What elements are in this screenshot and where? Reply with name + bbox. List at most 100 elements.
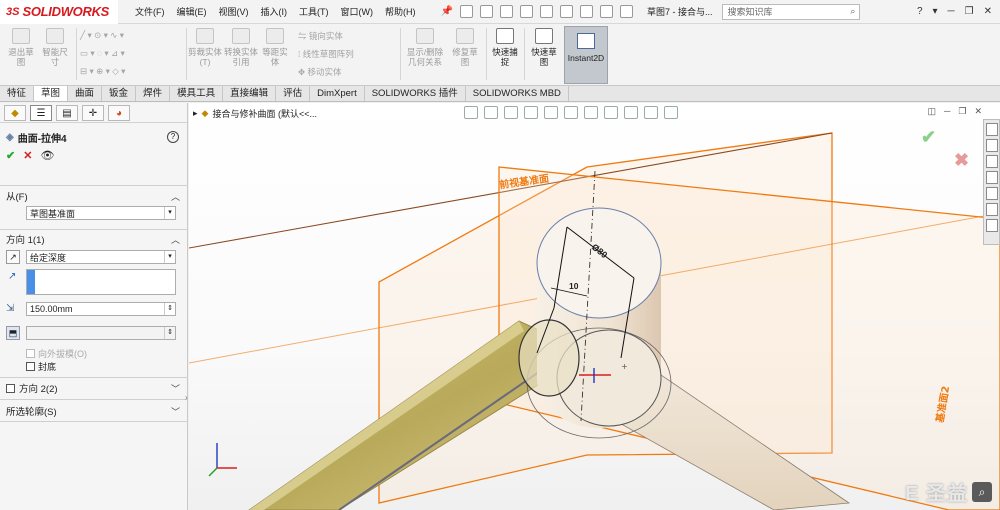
minimize-button[interactable]: ─ bbox=[948, 6, 955, 17]
graphics-area[interactable]: + 前视基准面 基准面2 Ø80 10 ▸ ◆ 接合与修补曲面 (默认<<...… bbox=[189, 103, 1000, 510]
options-gear-icon[interactable] bbox=[619, 5, 633, 18]
apply-scene-icon[interactable] bbox=[644, 106, 658, 119]
viewport-minimize-button[interactable]: ─ bbox=[944, 106, 950, 117]
select-icon[interactable] bbox=[559, 5, 573, 18]
help-icon[interactable]: ? bbox=[167, 131, 179, 143]
end-condition-select[interactable]: 给定深度 ▾ bbox=[26, 250, 176, 264]
configuration-manager-tab-icon[interactable]: ▤ bbox=[56, 105, 78, 121]
cap-end-checkbox[interactable]: 封底 bbox=[26, 360, 56, 373]
dimxpert-manager-tab-icon[interactable]: ✛ bbox=[82, 105, 104, 121]
menu-help[interactable]: 帮助(H) bbox=[380, 0, 421, 24]
new-document-icon[interactable] bbox=[459, 5, 473, 18]
print-icon[interactable] bbox=[519, 5, 533, 18]
viewport-restore-button[interactable]: ❐ bbox=[958, 106, 966, 117]
tab-surfaces[interactable]: 曲面 bbox=[68, 86, 103, 101]
selected-contours-section-header[interactable]: 所选轮廓(S) ﹀ bbox=[0, 403, 188, 419]
line-tool-icon[interactable]: ╱ ▾ ⊙ ▾ ∿ ▾ bbox=[80, 30, 124, 41]
search-input[interactable]: 搜索知识库 ⌕ bbox=[722, 3, 861, 20]
rebuild-icon[interactable] bbox=[579, 5, 593, 18]
quick-snaps-button[interactable]: 快速捕捉 bbox=[490, 28, 520, 67]
linear-pattern-button[interactable]: ⁞ 线性草图阵列 bbox=[298, 48, 354, 60]
design-library-icon[interactable] bbox=[985, 139, 998, 152]
reverse-direction-icon[interactable]: ↗ bbox=[6, 250, 20, 264]
appearances-icon[interactable] bbox=[985, 187, 998, 200]
direction-selection-box[interactable] bbox=[26, 269, 176, 295]
rectangle-tool-icon[interactable]: ▭ ▾ ◌ ▾ ⊿ ▾ bbox=[80, 48, 125, 59]
open-icon[interactable] bbox=[479, 5, 493, 18]
section-view-icon[interactable] bbox=[524, 106, 538, 119]
tab-features[interactable]: 特征 bbox=[0, 86, 35, 101]
view-orientation-icon[interactable] bbox=[564, 106, 578, 119]
forum-icon[interactable] bbox=[985, 219, 998, 232]
menu-tools[interactable]: 工具(T) bbox=[294, 0, 334, 24]
tab-addins[interactable]: SOLIDWORKS 插件 bbox=[365, 86, 466, 101]
tab-weldments[interactable]: 焊件 bbox=[136, 86, 171, 101]
search-icon[interactable]: ⌕ bbox=[850, 6, 855, 17]
property-manager-tab-icon[interactable]: ☰ bbox=[30, 105, 52, 121]
tab-mbd[interactable]: SOLIDWORKS MBD bbox=[466, 86, 569, 101]
custom-properties-icon[interactable] bbox=[985, 203, 998, 216]
repair-sketch-button[interactable]: 修复草图 bbox=[450, 28, 480, 67]
viewport-expand-icon[interactable]: ◫ bbox=[927, 106, 936, 117]
direction2-checkbox[interactable] bbox=[6, 383, 15, 393]
slot-tool-icon[interactable]: ⊟ ▾ ⊕ ▾ ◇ ▾ bbox=[80, 66, 125, 77]
help-dropdown-icon[interactable]: ▾ bbox=[933, 6, 938, 17]
tab-sheet-metal[interactable]: 钣金 bbox=[102, 86, 137, 101]
tab-dimxpert[interactable]: DimXpert bbox=[310, 86, 365, 101]
menu-view[interactable]: 视图(V) bbox=[214, 0, 254, 24]
exit-sketch-button[interactable]: 退出草图 bbox=[6, 28, 36, 67]
spin-stepper[interactable]: ⇕ bbox=[164, 303, 175, 315]
solidworks-logo[interactable]: 3S SOLIDWORKS bbox=[0, 0, 118, 24]
file-properties-icon[interactable] bbox=[599, 5, 613, 18]
menu-edit[interactable]: 编辑(E) bbox=[172, 0, 212, 24]
rapid-sketch-button[interactable]: 快速草图 bbox=[528, 28, 560, 67]
menu-insert[interactable]: 插入(I) bbox=[256, 0, 293, 24]
solidworks-resources-icon[interactable] bbox=[985, 123, 998, 136]
zoom-to-fit-icon[interactable] bbox=[464, 106, 478, 119]
file-explorer-icon[interactable] bbox=[985, 155, 998, 168]
display-style-icon[interactable] bbox=[584, 106, 598, 119]
previous-view-icon[interactable] bbox=[504, 106, 518, 119]
confirmation-corner-accept-icon[interactable]: ✔ bbox=[921, 127, 936, 148]
close-button[interactable]: ✕ bbox=[984, 6, 992, 17]
tab-sketch[interactable]: 草图 bbox=[34, 86, 69, 101]
help-question-icon[interactable]: ? bbox=[917, 6, 923, 17]
view-settings-icon[interactable] bbox=[664, 106, 678, 119]
from-section-header[interactable]: 从(F) ︿ bbox=[0, 188, 188, 204]
restore-button[interactable]: ❐ bbox=[965, 6, 974, 17]
tab-mold-tools[interactable]: 模具工具 bbox=[170, 86, 224, 101]
feature-tree-flyout[interactable]: ▸ ◆ 接合与修补曲面 (默认<<... bbox=[193, 107, 317, 120]
tab-direct-editing[interactable]: 直接编辑 bbox=[223, 86, 277, 101]
move-entities-button[interactable]: ✥ 移动实体 bbox=[298, 66, 342, 78]
from-select[interactable]: 草图基准面 ▾ bbox=[26, 206, 176, 220]
expand-arrow-icon[interactable]: ▸ bbox=[193, 108, 198, 119]
confirmation-corner-cancel-icon[interactable]: ✖ bbox=[954, 150, 969, 171]
pin-icon[interactable]: 📌 bbox=[441, 6, 453, 17]
offset-button[interactable]: 等距实体 bbox=[260, 28, 290, 67]
tab-evaluate[interactable]: 评估 bbox=[276, 86, 311, 101]
direction1-section-header[interactable]: 方向 1(1) ︿ bbox=[0, 231, 188, 247]
display-manager-tab-icon[interactable]: ◕ bbox=[108, 105, 130, 121]
draft-outward-checkbox[interactable]: 向外拔模(O) bbox=[26, 347, 87, 360]
view-palette-icon[interactable] bbox=[985, 171, 998, 184]
direction2-section-header[interactable]: 方向 2(2) ﹀ bbox=[0, 380, 188, 396]
feature-manager-tab-icon[interactable]: ◆ bbox=[4, 105, 26, 121]
preview-eye-icon[interactable]: 👁 bbox=[40, 149, 54, 162]
cancel-x-icon[interactable]: ✕ bbox=[23, 149, 32, 162]
dynamic-annotation-icon[interactable] bbox=[544, 106, 558, 119]
length-dimension[interactable]: 10 bbox=[569, 281, 578, 291]
menu-window[interactable]: 窗口(W) bbox=[336, 0, 379, 24]
convert-entities-button[interactable]: 转换实体引用 bbox=[224, 28, 258, 67]
hide-show-items-icon[interactable] bbox=[604, 106, 618, 119]
menu-file[interactable]: 文件(F) bbox=[130, 0, 170, 24]
trim-button[interactable]: 剪裁实体(T) bbox=[188, 28, 222, 67]
edit-appearance-icon[interactable] bbox=[624, 106, 638, 119]
zoom-to-area-icon[interactable] bbox=[484, 106, 498, 119]
smart-dimension-button[interactable]: 智能尺寸 bbox=[40, 28, 70, 67]
viewport-close-button[interactable]: ✕ bbox=[974, 106, 982, 117]
draft-toggle-icon[interactable]: ⬒ bbox=[6, 326, 20, 340]
depth-input[interactable]: 150.00mm ⇕ bbox=[26, 302, 176, 316]
undo-icon[interactable] bbox=[539, 5, 553, 18]
ok-check-icon[interactable]: ✔ bbox=[6, 149, 15, 162]
mirror-entities-button[interactable]: ⇋ 镜向实体 bbox=[298, 30, 343, 42]
